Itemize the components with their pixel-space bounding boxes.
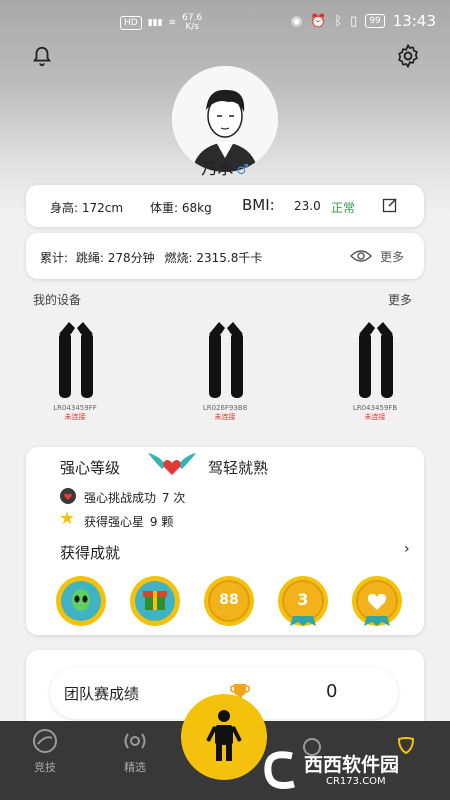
nav-tab-featured-label: 精选 [124,761,146,774]
jump-rope-handles-icon [59,322,93,398]
user-name: 乃水 [201,159,234,178]
body-stats-card: 身高: 172cm 体重: 68kg BMI: 23.0 正常 [26,185,424,227]
level-card: 强心等级 驾轻就熟 强心挑战成功 7 次 ★ 获得强心星 9 颗 获得成就 › [26,447,424,635]
profile-name: 乃水 ♂ [0,155,450,179]
weight-label: 体重: [150,201,179,215]
settings-gear-icon[interactable] [394,42,422,70]
bell-icon [32,46,52,67]
team-title: 团队赛成绩 [64,685,140,703]
stars-label: 获得强心星 [84,515,145,529]
3-badge-icon[interactable]: 3 [278,576,328,626]
jump-rope-handles-icon [359,322,393,398]
edit-icon[interactable] [382,197,398,217]
heart-badge-icon[interactable] [352,576,402,626]
badge-3-text: 3 [297,590,309,609]
device-code: LR043459FF [53,404,97,412]
bmi-status: 正常 [331,201,356,215]
achievements-title[interactable]: 获得成就 [60,542,120,563]
net-speed: 67.6 K/s [182,14,202,32]
device-item[interactable]: LR043459FB 未连接 [325,318,425,422]
status-bar: HD ▮▮▮ ≋ 67.6 K/s ◉ ⏰ ᛒ ▯ 99 13:43 [0,0,450,40]
gift-badge-icon[interactable] [130,576,180,626]
burn-value: 2315.8千卡 [196,251,263,265]
male-gender-icon: ♂ [236,162,249,178]
totals-row: 累计: 跳绳: 278分钟 燃烧: 2315.8千卡 [40,249,262,266]
totals-card[interactable]: 累计: 跳绳: 278分钟 燃烧: 2315.8千卡 更多 [26,233,424,279]
stars-unit: 颗 [161,515,174,529]
height-unit: cm [104,201,124,215]
watermark: 西西软件园 CR173.COM [262,748,440,792]
stars-count: 9 [149,515,158,529]
88-badge-icon[interactable]: 88 [204,576,254,626]
jumping-person-icon [206,710,242,761]
burn-label: 燃烧: [164,251,193,265]
height-stat: 身高: 172cm [50,199,123,216]
height-label: 身高: [50,201,79,215]
challenge-label: 强心挑战成功 [84,491,157,505]
bmi-value: 23.0 [294,199,321,213]
nav-tab-compete-label: 竞技 [34,761,56,774]
eye-icon [350,248,372,267]
device-item[interactable]: LR026F93B8 未连接 [175,318,275,422]
broadcast-icon [105,727,165,759]
stars-stat: 获得强心星 9 颗 [84,513,173,530]
winged-heart-icon [144,449,200,483]
watermark-brand: 西西软件园 [304,754,400,776]
weight-unit: kg [197,201,212,215]
alien-badge-icon[interactable] [56,576,106,626]
jump-label: 跳绳: [75,251,104,265]
nav-tab-featured[interactable]: 精选 [105,727,165,775]
jump-rope-handles-icon [209,322,243,398]
devices-title: 我的设备 [33,293,82,307]
device-status: 未连接 [364,413,386,421]
watermark-logo-icon [262,748,302,792]
bluetooth-icon: ᛒ [334,13,343,29]
start-jump-button[interactable] [181,694,267,780]
gear-icon [398,44,418,68]
nav-tab-compete[interactable]: 竞技 [15,727,75,775]
device-item[interactable]: LR043459FF 未连接 [25,318,125,422]
wifi-icon: ≋ [168,18,177,28]
weight-value: 68 [181,201,198,215]
alarm-icon: ⏰ [310,13,327,29]
device-status: 未连接 [214,413,236,421]
team-score: 0 [326,681,338,702]
device-code: LR026F93B8 [202,404,248,412]
vibrate-icon: ▯ [350,13,358,29]
badge-88-text: 88 [219,592,239,608]
notification-bell-icon[interactable] [28,42,56,70]
star-icon: ★ [59,508,76,529]
hd-indicator: HD [120,16,142,30]
edit-square-icon [382,198,397,213]
net-speed-unit: K/s [185,22,199,32]
challenge-unit: 次 [173,491,186,505]
status-right: ◉ ⏰ ᛒ ▯ 99 13:43 [291,12,436,30]
jump-value: 278分钟 [107,251,155,265]
totals-more-link[interactable]: 更多 [380,248,404,265]
compete-icon [15,727,75,759]
challenge-stat: 强心挑战成功 7 次 [84,489,185,506]
watermark-url: CR173.COM [326,776,386,787]
status-left: HD ▮▮▮ ≋ 67.6 K/s [120,14,202,32]
level-title: 强心等级 [60,459,121,477]
eye-comfort-icon: ◉ [290,13,303,29]
weight-stat: 体重: 68kg [150,199,212,216]
device-code: LR043459FB [352,404,398,412]
battery-indicator: 99 [365,14,385,28]
heart-circle-icon [60,488,76,508]
device-status: 未连接 [64,413,86,421]
totals-label: 累计: [40,251,69,265]
bmi-label: BMI: [242,196,275,214]
signal-icon: ▮▮▮ [147,18,163,28]
clock: 13:43 [392,12,436,30]
height-value: 172 [81,201,105,215]
chevron-right-icon[interactable]: › [404,541,410,557]
challenge-count: 7 [161,491,170,505]
devices-more-link[interactable]: 更多 [388,291,412,308]
level-rank: 驾轻就熟 [208,459,269,477]
